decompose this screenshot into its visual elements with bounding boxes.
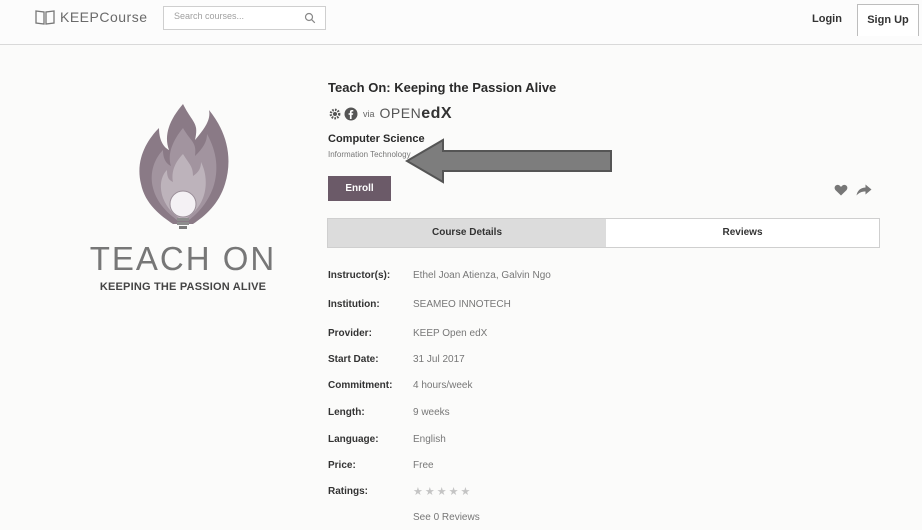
detail-row-institution: Institution: SEAMEO INNOTECH — [328, 299, 828, 313]
detail-row-start-date: Start Date: 31 Jul 2017 — [328, 354, 828, 368]
course-title: Teach On: Keeping the Passion Alive — [328, 80, 557, 95]
detail-value: 31 Jul 2017 — [413, 354, 465, 365]
openedx-prefix: OPEN — [379, 105, 422, 121]
openedx-logo: OPENedX — [380, 105, 453, 123]
platform-row: via OPENedX — [328, 105, 452, 123]
annotation-arrow-icon — [405, 138, 612, 184]
signup-button[interactable]: Sign Up — [857, 4, 919, 36]
detail-value: 4 hours/week — [413, 380, 473, 391]
course-subsubject: Information Technology — [328, 150, 411, 159]
site-logo[interactable]: KEEPCourse — [34, 8, 147, 26]
search-input[interactable] — [174, 11, 294, 21]
detail-value: Free — [413, 460, 434, 471]
enroll-button[interactable]: Enroll — [328, 176, 391, 201]
detail-row-length: Length: 9 weeks — [328, 407, 828, 421]
share-icon[interactable] — [856, 184, 872, 196]
hero-tagline: KEEPING THE PASSION ALIVE — [99, 281, 267, 293]
detail-row-language: Language: English — [328, 434, 828, 448]
course-hero-image: TEACH ON KEEPING THE PASSION ALIVE — [73, 98, 293, 298]
detail-label: Language: — [328, 434, 379, 445]
detail-value: Ethel Joan Atienza, Galvin Ngo — [413, 270, 551, 281]
logo-text: KEEPCourse — [60, 9, 148, 25]
hero-title: TEACH ON — [89, 240, 277, 277]
course-tabs: Course Details Reviews — [327, 218, 880, 248]
login-link[interactable]: Login — [812, 13, 842, 25]
see-reviews-link[interactable]: See 0 Reviews — [413, 512, 480, 523]
detail-label: Price: — [328, 460, 356, 471]
detail-label: Commitment: — [328, 380, 393, 391]
detail-value: KEEP Open edX — [413, 328, 488, 339]
detail-row-ratings: Ratings: ★★★★★ — [328, 486, 828, 500]
detail-label: Instructor(s): — [328, 270, 391, 281]
via-label: via — [363, 109, 375, 119]
detail-label: Institution: — [328, 299, 380, 310]
tab-reviews[interactable]: Reviews — [606, 219, 879, 247]
heart-icon[interactable] — [834, 184, 848, 196]
search-box[interactable] — [163, 6, 326, 30]
detail-label: Length: — [328, 407, 365, 418]
detail-row-provider: Provider: KEEP Open edX — [328, 328, 828, 342]
book-icon — [35, 10, 55, 25]
search-icon[interactable] — [304, 12, 316, 24]
detail-value: English — [413, 434, 446, 445]
tab-course-details[interactable]: Course Details — [328, 219, 606, 247]
detail-row-commitment: Commitment: 4 hours/week — [328, 380, 828, 394]
detail-label: Start Date: — [328, 354, 379, 365]
gear-icon — [329, 108, 341, 120]
detail-value: 9 weeks — [413, 407, 450, 418]
top-navigation-bar: KEEPCourse Login Sign Up — [0, 0, 922, 45]
rating-stars: ★★★★★ — [413, 486, 473, 498]
detail-label: Provider: — [328, 328, 372, 339]
flame-lightbulb-icon — [139, 104, 229, 229]
detail-value: SEAMEO INNOTECH — [413, 299, 511, 310]
detail-row-instructor: Instructor(s): Ethel Joan Atienza, Galvi… — [328, 270, 828, 284]
detail-label: Ratings: — [328, 486, 368, 497]
facebook-icon — [344, 107, 358, 121]
openedx-suffix: edX — [421, 105, 453, 122]
detail-row-price: Price: Free — [328, 460, 828, 474]
